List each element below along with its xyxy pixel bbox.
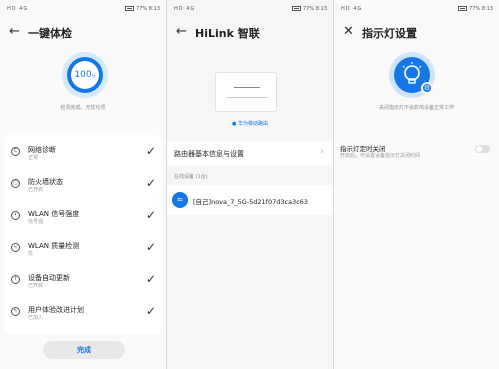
firewall-icon: □ xyxy=(11,179,20,188)
check-items-card: C 网络诊断 正常 ✓ □ 防火墙状态 已开启 ✓ • WLAN 信号强度 信号… xyxy=(4,135,162,334)
clock-text: 8:13 xyxy=(315,6,327,12)
router-caption-text: 华为移动路由 xyxy=(237,121,268,127)
router-info-label: 路由器基本信息与设置 xyxy=(174,150,244,158)
check-mark-icon: ✓ xyxy=(145,272,156,286)
check-item-network-diagnosis[interactable]: C 网络诊断 正常 ✓ xyxy=(4,135,162,167)
indicator-message: 关闭指示灯不会影响设备正常工作 xyxy=(378,105,454,111)
item-subtitle: 已加入 xyxy=(28,315,44,321)
battery-icon xyxy=(125,6,135,11)
clock-text: 8:13 xyxy=(148,6,160,12)
check-mark-icon: ✓ xyxy=(145,304,156,318)
user-plan-icon: ✎ xyxy=(11,307,20,316)
carrier-text: HD 4G xyxy=(174,6,196,12)
device-name: [自己]nova_7_5G-5d21f07d3ca3c63 xyxy=(193,198,309,206)
setting-subtitle: 开启后，可设置设备指示灯关闭时间 xyxy=(340,153,421,159)
score-ring: 100分 xyxy=(67,57,103,93)
diagnosis-icon: C xyxy=(11,147,20,156)
check-mark-icon: ✓ xyxy=(145,176,156,190)
title-bar: ← 一键体检 xyxy=(0,22,166,44)
online-devices-label: 在线设备 (1台) xyxy=(174,174,208,180)
gear-icon: ⚙ xyxy=(421,82,433,94)
close-icon[interactable]: ✕ xyxy=(343,25,357,39)
toggle-knob xyxy=(476,146,482,152)
page-title: 指示灯设置 xyxy=(362,27,417,40)
done-button[interactable]: 完成 xyxy=(43,341,125,359)
item-subtitle: 优 xyxy=(28,251,34,257)
item-subtitle: 正常 xyxy=(28,155,39,161)
battery-text: 77% xyxy=(469,6,481,12)
item-title: WLAN 质量检测 xyxy=(28,242,80,250)
update-icon: ↑ xyxy=(11,275,20,284)
router-light xyxy=(234,87,260,88)
wifi-icon: ≈ xyxy=(172,192,188,208)
wifi-quality-icon: ≈ xyxy=(11,243,20,252)
clock-text: 8:13 xyxy=(481,6,493,12)
carrier-text: HD 4G xyxy=(7,6,29,12)
status-right: 77% 8:13 xyxy=(123,6,160,12)
check-mark-icon: ✓ xyxy=(145,240,156,254)
health-check-screen: HD 4G 77% 8:13 ← 一键体检 100分 检测完成，无优化项 C 网… xyxy=(0,0,166,369)
back-arrow-icon[interactable]: ← xyxy=(9,25,23,39)
indicator-light-screen: HD 4G 77% 8:13 ✕ 指示灯设置 ⚙ 关闭指示灯不会影响设备正常工作… xyxy=(334,0,499,369)
status-right: 77% 8:13 xyxy=(290,6,327,12)
status-bar: HD 4G 77% 8:13 xyxy=(0,0,166,18)
device-list-item[interactable]: ≈ [自己]nova_7_5G-5d21f07d3ca3c63 xyxy=(167,185,333,215)
check-mark-icon: ✓ xyxy=(145,144,156,158)
score-unit: 分 xyxy=(91,73,96,78)
hilink-screen: HD 4G 77% 8:13 ← HiLink 智联 ● 华为移动路由 路由器基… xyxy=(167,0,333,369)
title-bar: ✕ 指示灯设置 xyxy=(334,22,499,44)
battery-text: 77% xyxy=(303,6,315,12)
check-mark-icon: ✓ xyxy=(145,208,156,222)
router-info-row[interactable]: 路由器基本信息与设置 › xyxy=(167,141,333,165)
carrier-text: HD 4G xyxy=(341,6,363,12)
timed-off-toggle[interactable] xyxy=(475,145,490,153)
router-caption[interactable]: ● 华为移动路由 xyxy=(167,120,333,127)
check-item-user-plan[interactable]: ✎ 用户体验改进计划 已加入 ✓ xyxy=(4,295,162,327)
item-subtitle: 已开启 xyxy=(28,283,44,289)
status-bar: HD 4G 77% 8:13 xyxy=(334,0,499,18)
status-bar: HD 4G 77% 8:13 xyxy=(167,0,333,18)
status-right: 77% 8:13 xyxy=(456,6,493,12)
battery-icon xyxy=(458,6,468,11)
router-image xyxy=(215,72,277,112)
page-title: HiLink 智联 xyxy=(195,27,260,40)
check-item-auto-update[interactable]: ↑ 设备自动更新 已开启 ✓ xyxy=(4,263,162,295)
item-subtitle: 已开启 xyxy=(28,187,44,193)
check-item-firewall[interactable]: □ 防火墙状态 已开启 ✓ xyxy=(4,167,162,199)
router-line xyxy=(226,97,268,98)
check-message: 检测完成，无优化项 xyxy=(60,105,106,111)
back-arrow-icon[interactable]: ← xyxy=(176,25,190,39)
wifi-signal-icon: • xyxy=(11,211,20,220)
item-subtitle: 信号强 xyxy=(28,219,44,225)
chevron-right-icon: › xyxy=(320,146,324,157)
score-number: 100 xyxy=(74,70,92,80)
battery-text: 77% xyxy=(136,6,148,12)
timed-off-setting-row: 指示灯定时关闭 开启后，可设置设备指示灯关闭时间 xyxy=(334,141,499,171)
title-bar: ← HiLink 智联 xyxy=(167,22,333,44)
battery-icon xyxy=(292,6,302,11)
score-value: 100分 xyxy=(71,61,99,89)
page-title: 一键体检 xyxy=(28,27,72,40)
check-item-wifi-quality[interactable]: ≈ WLAN 质量检测 优 ✓ xyxy=(4,231,162,263)
score-gauge: 100分 xyxy=(62,52,108,98)
bulb-badge: ⚙ xyxy=(389,52,435,98)
check-item-wifi-signal[interactable]: • WLAN 信号强度 信号强 ✓ xyxy=(4,199,162,231)
